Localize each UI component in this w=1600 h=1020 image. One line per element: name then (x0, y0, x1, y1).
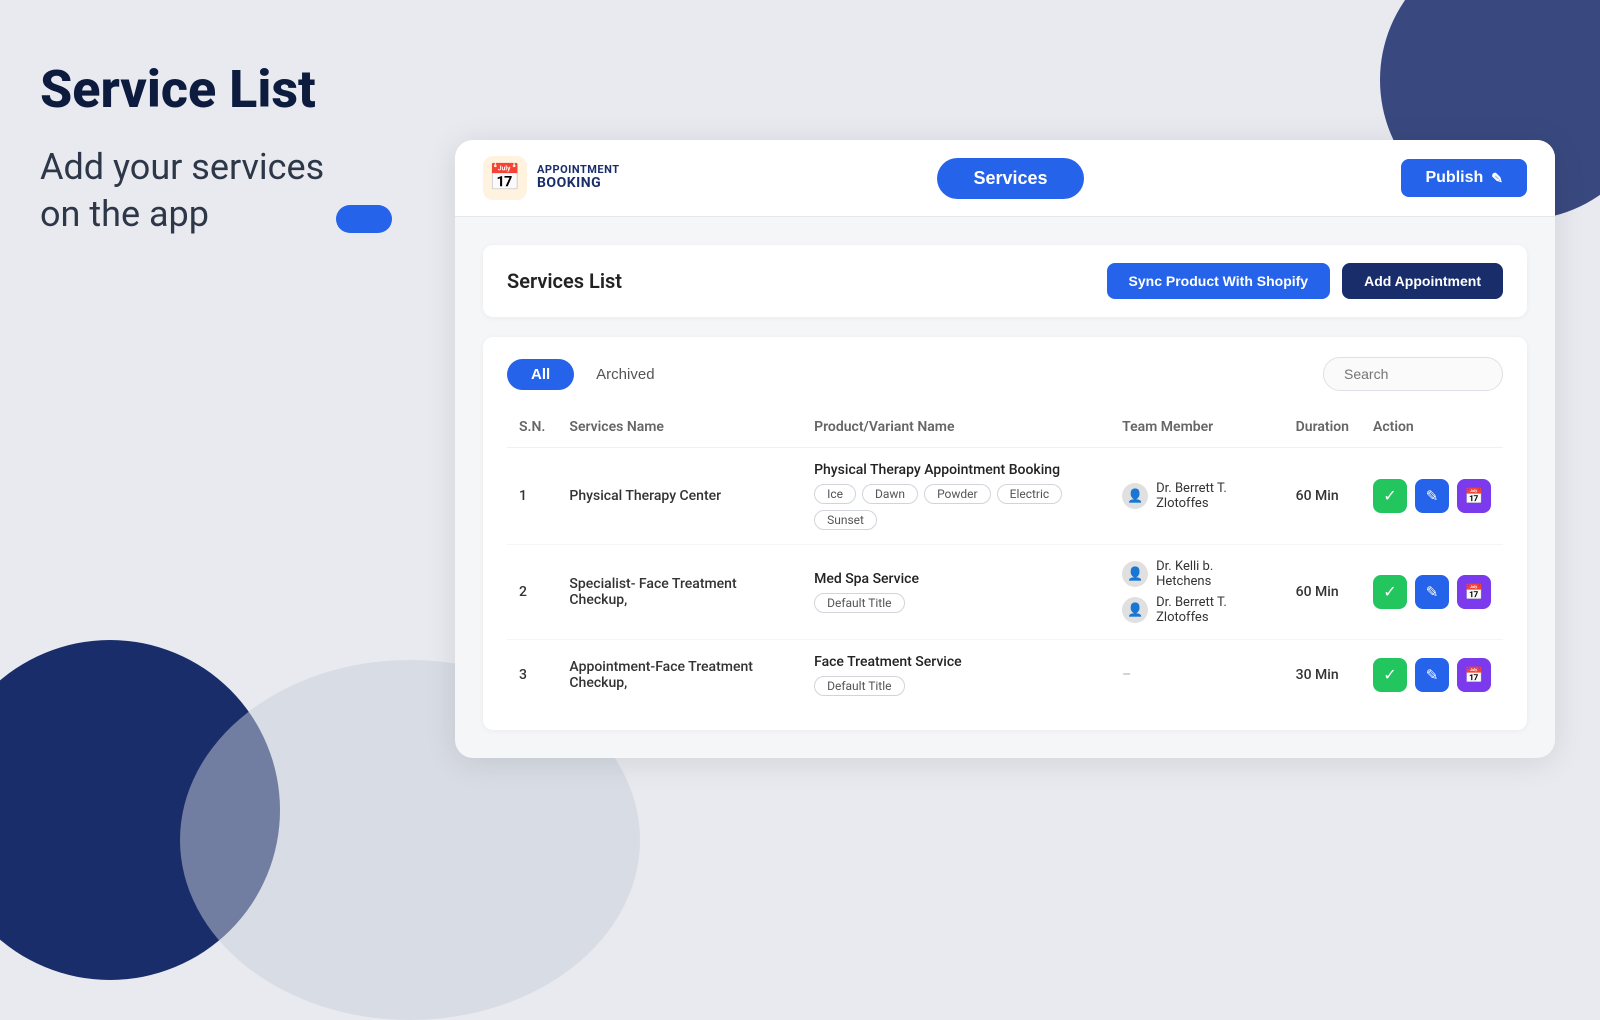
member-name: Dr. Berrett T. Zlotoffes (1156, 595, 1272, 625)
col-product-name: Product/Variant Name (802, 411, 1110, 448)
action-calendar-button[interactable]: 📅 (1457, 658, 1491, 692)
services-nav-button[interactable]: Services (937, 158, 1083, 199)
action-edit-button[interactable]: ✎ (1415, 658, 1449, 692)
cell-duration: 30 Min (1284, 640, 1361, 711)
cell-sn: 3 (507, 640, 557, 711)
cell-action: ✓✎📅 (1361, 640, 1503, 711)
cell-duration: 60 Min (1284, 448, 1361, 545)
product-tag: Ice (814, 484, 856, 504)
cell-action: ✓✎📅 (1361, 448, 1503, 545)
publish-button[interactable]: Publish ✎ (1401, 159, 1527, 197)
action-edit-button[interactable]: ✎ (1415, 575, 1449, 609)
cell-service-name: Physical Therapy Center (557, 448, 802, 545)
filter-tabs: All Archived (507, 359, 663, 390)
product-tag: Electric (997, 484, 1063, 504)
data-table: S.N. Services Name Product/Variant Name … (507, 411, 1503, 710)
product-tag: Default Title (814, 676, 904, 696)
cell-sn: 1 (507, 448, 557, 545)
action-check-button[interactable]: ✓ (1373, 658, 1407, 692)
table-row: 2Specialist- Face Treatment Checkup,Med … (507, 545, 1503, 640)
avatar: 👤 (1122, 597, 1148, 623)
action-check-button[interactable]: ✓ (1373, 575, 1407, 609)
subtitle: Add your services on the app (40, 144, 440, 238)
tab-archived[interactable]: Archived (588, 359, 662, 390)
table-card: All Archived S.N. Services Name Product/… (483, 337, 1527, 730)
cell-product-name: Med Spa ServiceDefault Title (802, 545, 1110, 640)
main-card: 📅 APPOINTMENT BOOKING Services Publish ✎… (455, 140, 1555, 758)
avatar: 👤 (1122, 561, 1148, 587)
product-tag: Default Title (814, 593, 904, 613)
col-action: Action (1361, 411, 1503, 448)
cell-product-name: Physical Therapy Appointment BookingIceD… (802, 448, 1110, 545)
product-tag: Dawn (862, 484, 918, 504)
cell-product-name: Face Treatment ServiceDefault Title (802, 640, 1110, 711)
col-sn: S.N. (507, 411, 557, 448)
app-logo-icon: 📅 (483, 156, 527, 200)
action-check-button[interactable]: ✓ (1373, 479, 1407, 513)
add-appointment-button[interactable]: Add Appointment (1342, 263, 1503, 299)
table-row: 1Physical Therapy CenterPhysical Therapy… (507, 448, 1503, 545)
action-calendar-button[interactable]: 📅 (1457, 575, 1491, 609)
col-duration: Duration (1284, 411, 1361, 448)
cell-service-name: Specialist- Face Treatment Checkup, (557, 545, 802, 640)
header-actions: Sync Product With Shopify Add Appointmen… (1107, 263, 1503, 299)
cell-team-member: 👤 Dr. Kelli b. Hetchens 👤 Dr. Berrett T. Zl… (1110, 545, 1284, 640)
logo-area: 📅 APPOINTMENT BOOKING (483, 156, 620, 200)
cell-sn: 2 (507, 545, 557, 640)
tab-all[interactable]: All (507, 359, 574, 390)
search-input[interactable] (1323, 357, 1503, 391)
table-row: 3Appointment-Face Treatment Checkup,Face… (507, 640, 1503, 711)
table-header-row: S.N. Services Name Product/Variant Name … (507, 411, 1503, 448)
edit-icon: ✎ (1491, 170, 1503, 187)
filters-row: All Archived (507, 357, 1503, 391)
toggle-pill[interactable] (336, 205, 392, 233)
sync-shopify-button[interactable]: Sync Product With Shopify (1107, 263, 1331, 299)
cell-service-name: Appointment-Face Treatment Checkup, (557, 640, 802, 711)
page-title: Service List (40, 60, 440, 120)
member-name: Dr. Kelli b. Hetchens (1156, 559, 1272, 589)
col-team-member: Team Member (1110, 411, 1284, 448)
cell-action: ✓✎📅 (1361, 545, 1503, 640)
services-list-header: Services List Sync Product With Shopify … (483, 245, 1527, 317)
product-tag: Sunset (814, 510, 877, 530)
content-area: Services List Sync Product With Shopify … (455, 217, 1555, 758)
services-list-title: Services List (507, 269, 622, 293)
cell-duration: 60 Min (1284, 545, 1361, 640)
avatar: 👤 (1122, 483, 1148, 509)
action-edit-button[interactable]: ✎ (1415, 479, 1449, 513)
logo-text: APPOINTMENT BOOKING (537, 164, 620, 191)
action-calendar-button[interactable]: 📅 (1457, 479, 1491, 513)
col-service-name: Services Name (557, 411, 802, 448)
cell-team-member: – (1110, 640, 1284, 711)
cell-team-member: 👤 Dr. Berrett T. Zlotoffes (1110, 448, 1284, 545)
product-tag: Powder (924, 484, 991, 504)
nav-bar: 📅 APPOINTMENT BOOKING Services Publish ✎ (455, 140, 1555, 217)
left-panel: Service List Add your services on the ap… (40, 60, 440, 237)
subtitle-text: Add your services on the app (40, 144, 324, 238)
member-name: Dr. Berrett T. Zlotoffes (1156, 481, 1272, 511)
